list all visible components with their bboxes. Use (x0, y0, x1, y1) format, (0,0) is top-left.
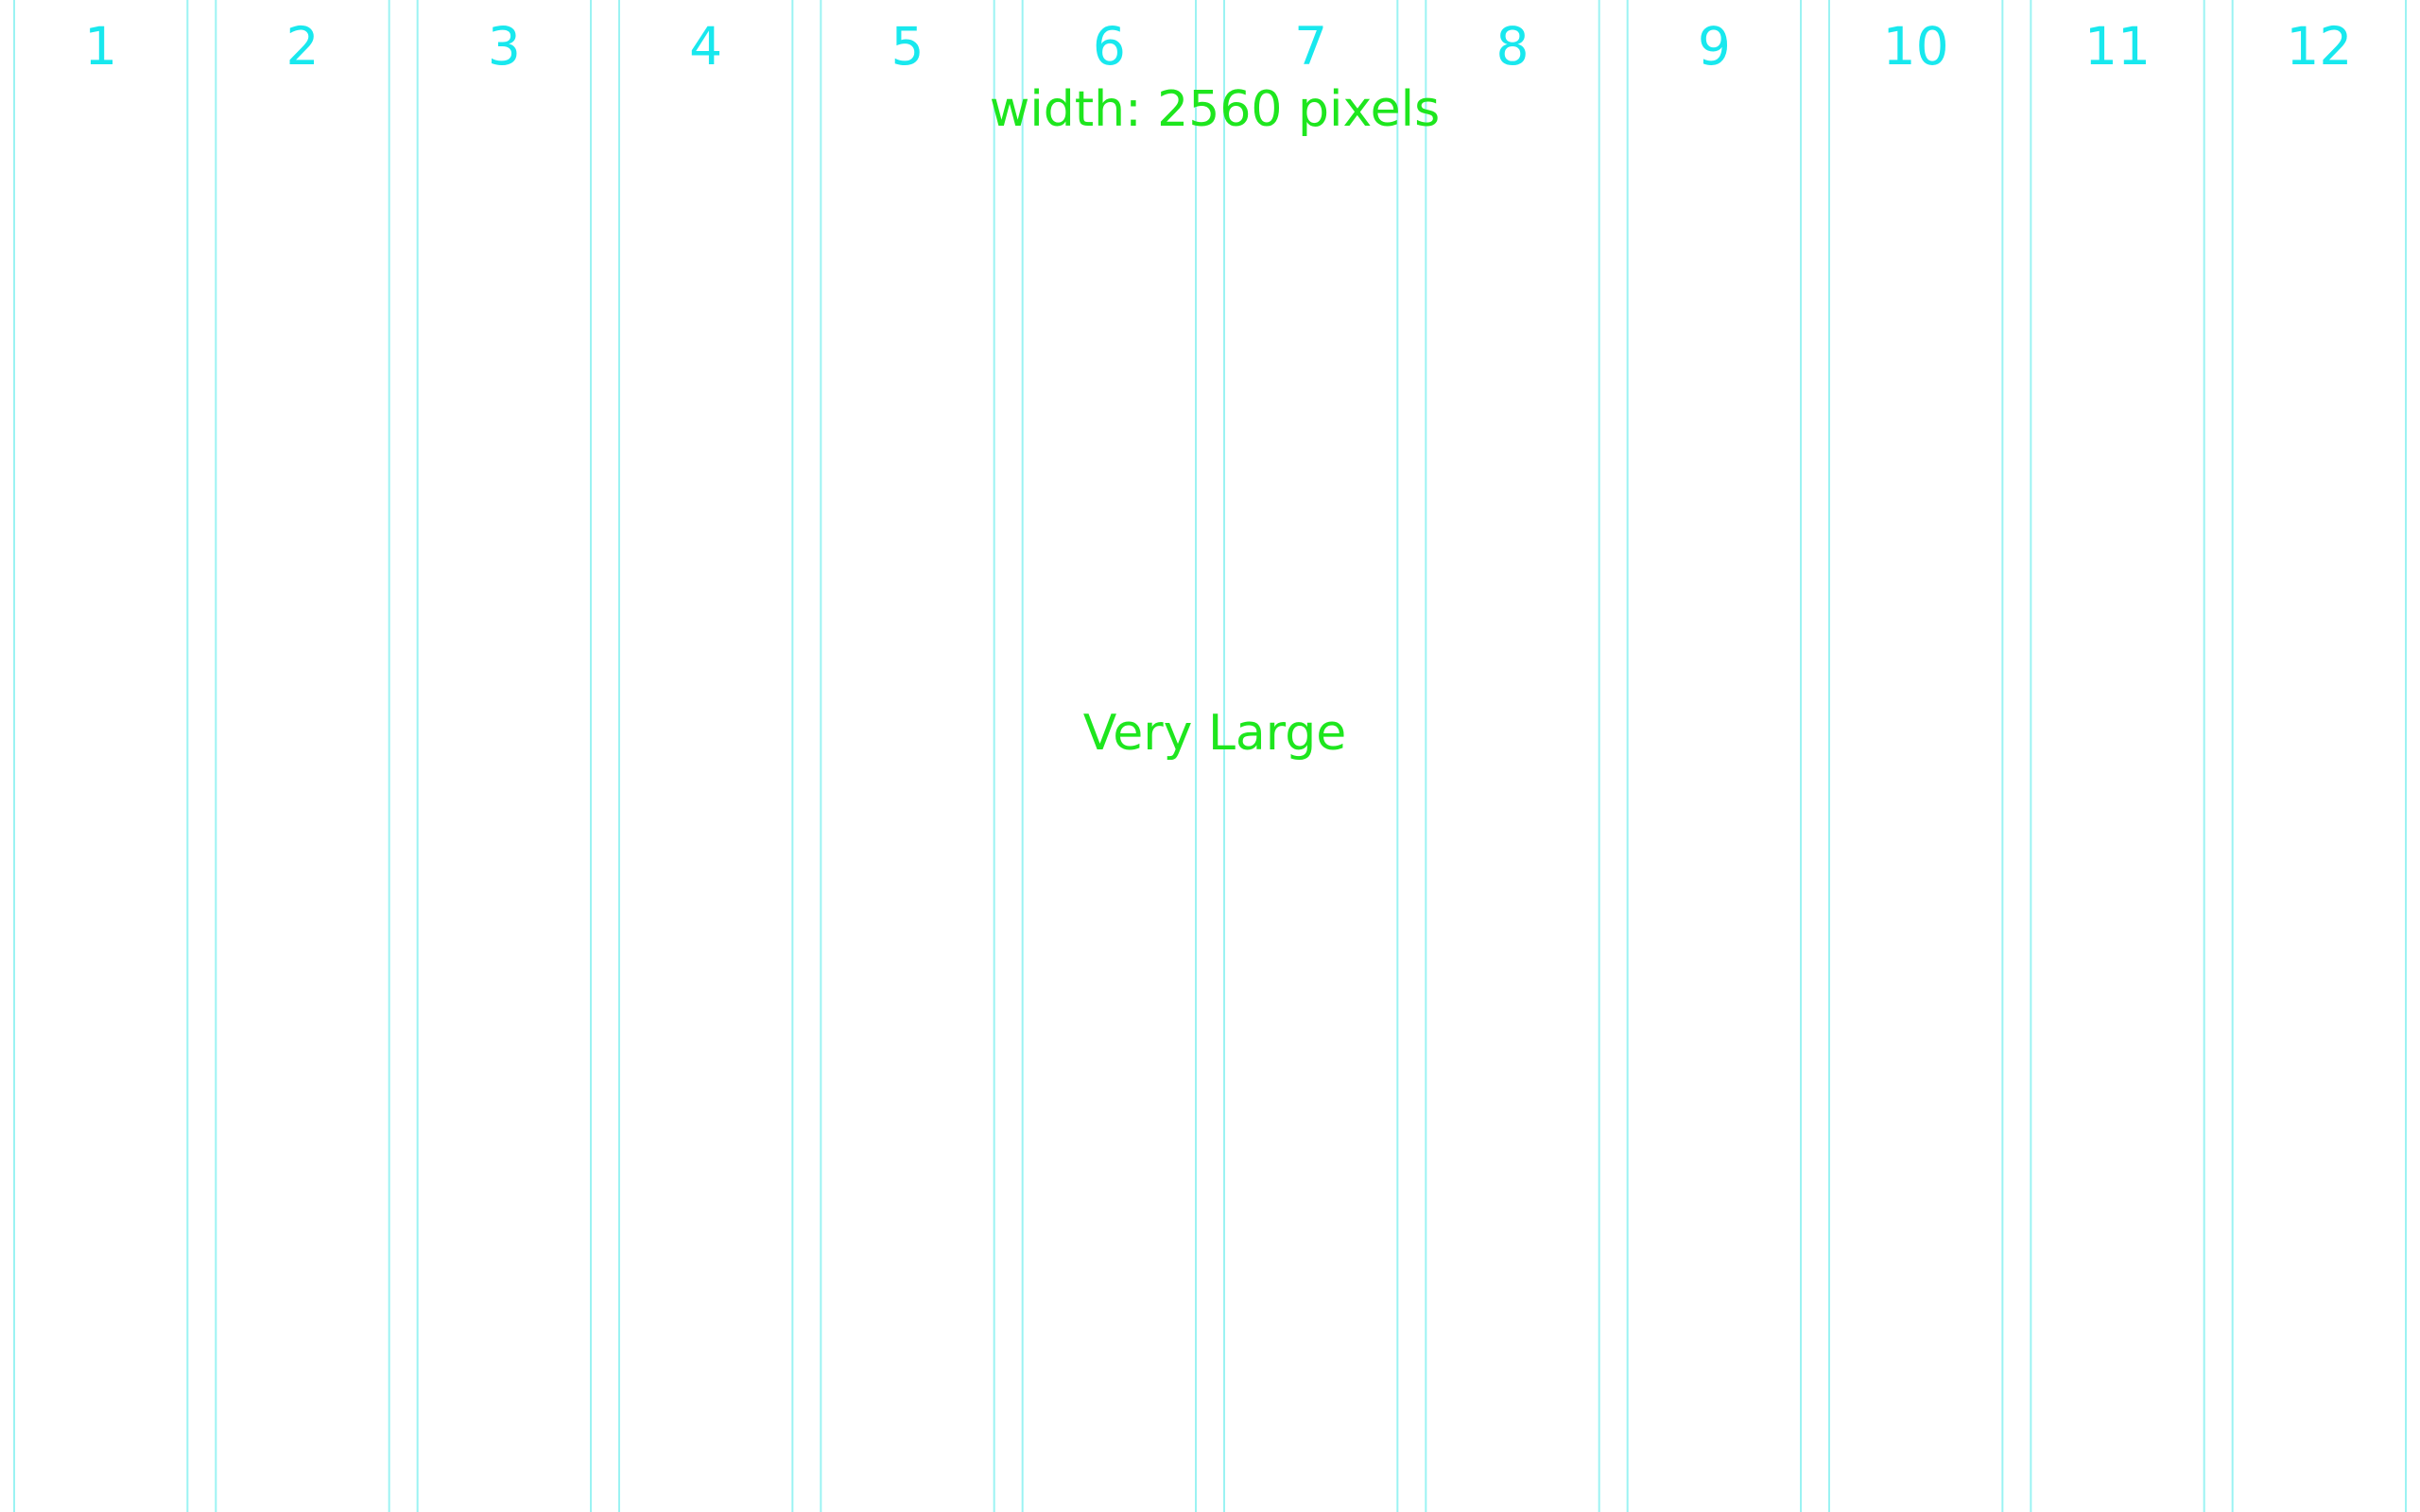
width-label: width: 2560 pixels (989, 81, 1441, 138)
column-number-8: 8 (1496, 16, 1530, 77)
column-number-1: 1 (84, 16, 117, 77)
column-number-9: 9 (1698, 16, 1731, 77)
column-number-6: 6 (1093, 16, 1126, 77)
column-number-10: 10 (1883, 16, 1949, 77)
column-number-11: 11 (2084, 16, 2151, 77)
column-number-12: 12 (2286, 16, 2352, 77)
column-number-2: 2 (286, 16, 320, 77)
column-number-3: 3 (488, 16, 521, 77)
column-number-5: 5 (891, 16, 925, 77)
column-number-4: 4 (689, 16, 722, 77)
column-number-7: 7 (1294, 16, 1327, 77)
size-label: Very Large (1082, 705, 1347, 762)
